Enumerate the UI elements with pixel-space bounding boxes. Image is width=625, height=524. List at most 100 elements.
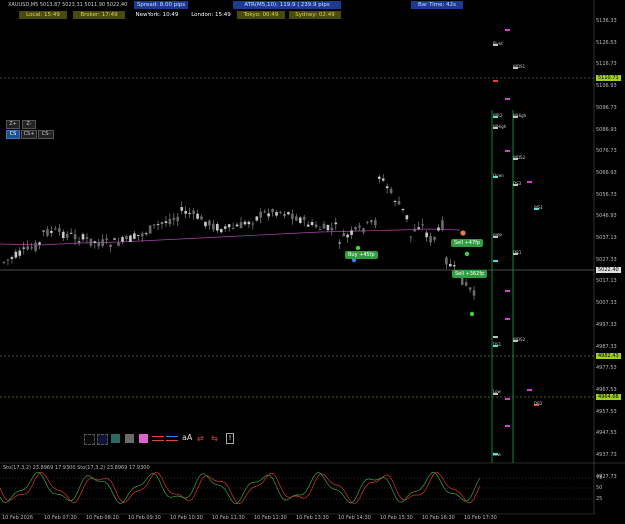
candle-body <box>370 220 373 223</box>
candle-body <box>468 287 472 290</box>
sell-trade-tag: Sell +47fp <box>451 239 484 247</box>
color-swatch-navy[interactable] <box>97 434 108 445</box>
arrow-tool-icon[interactable]: ⇄ <box>197 434 207 443</box>
candle-body <box>239 222 243 229</box>
line-style-icon-blue[interactable] <box>166 434 178 443</box>
candle-body <box>192 210 195 214</box>
candle-body <box>417 227 421 229</box>
candle-body <box>393 200 397 202</box>
session-tokyo: Tokyo: 00:49 <box>237 11 285 19</box>
price-highlight-current: 5022.40 <box>596 267 621 273</box>
price-tick-label: 4937.73 <box>596 452 617 458</box>
font-size-button[interactable]: aA <box>182 433 192 442</box>
price-tick-label: 5066.93 <box>596 169 617 176</box>
level-label: Pivot <box>493 41 503 46</box>
candle-body <box>26 246 29 250</box>
cs-button[interactable]: CS <box>6 130 20 139</box>
line-style-icon[interactable] <box>152 434 164 443</box>
candle-body <box>429 236 432 243</box>
cs-minus-button[interactable]: CS- <box>38 130 54 139</box>
time-tick-label: 10 Feb 09:30 <box>128 515 161 521</box>
candle-body <box>247 221 251 225</box>
candle-body <box>397 201 401 205</box>
cs-plus-button[interactable]: CS+ <box>21 130 37 139</box>
candle-body <box>318 229 322 231</box>
candle-body <box>223 226 227 229</box>
stoch-label-50: 50 <box>596 485 603 491</box>
candle-body <box>160 222 164 224</box>
candle-body <box>389 189 393 193</box>
candle-body <box>374 220 377 226</box>
price-tick-label: 5037.13 <box>596 235 617 241</box>
candle-body <box>50 230 53 233</box>
candle-body <box>306 224 310 227</box>
candle-body <box>354 227 357 230</box>
candle-body <box>6 259 10 261</box>
candle-body <box>10 257 14 259</box>
info-button[interactable]: ! <box>226 433 234 444</box>
candle-body <box>121 237 124 242</box>
price-chart[interactable] <box>0 0 625 524</box>
candle-body <box>168 219 172 225</box>
symbol-ohlc: XAUUSD,M5 5013.87 5023.31 5011.90 5022.4… <box>8 2 128 8</box>
time-tick-label: 10 Feb 13:30 <box>296 515 329 521</box>
candle-body <box>464 282 468 286</box>
color-swatch-black[interactable] <box>84 434 95 445</box>
color-swatch-gray[interactable] <box>125 434 134 443</box>
session-broker: Broker: 17:49 <box>73 11 125 19</box>
color-swatch-pink[interactable] <box>139 434 148 443</box>
level-label: DS3 <box>513 181 522 186</box>
candle-body <box>302 216 306 220</box>
candle-body <box>326 224 330 231</box>
candle-body <box>61 231 65 239</box>
candle-body <box>381 178 385 181</box>
price-tick-label: 5007.33 <box>596 300 617 307</box>
candle-body <box>330 227 334 231</box>
stoch-label-75: 75 <box>596 475 603 481</box>
moving-average <box>0 228 461 246</box>
candle-body <box>85 237 89 239</box>
price-tick-label: 5076.73 <box>596 148 617 155</box>
level-label: WR2 <box>493 113 503 118</box>
candle-body <box>208 220 211 226</box>
candle-body <box>129 235 132 243</box>
candle-body <box>42 230 45 232</box>
candle-body <box>441 220 444 230</box>
buy-marker <box>355 245 361 251</box>
candle-body <box>287 212 290 215</box>
price-highlight-upper: 5110.71 <box>596 75 621 81</box>
candle-body <box>18 250 22 256</box>
candle-body <box>251 223 255 225</box>
zoom-out-button[interactable]: Z- <box>22 120 36 129</box>
level-label: Low <box>493 389 501 394</box>
candle-body <box>472 290 476 296</box>
candle-body <box>231 227 235 229</box>
swap-tool-icon[interactable]: ⇆ <box>211 434 221 443</box>
time-tick-label: 10 Feb 16:30 <box>422 515 455 521</box>
session-sydney: Sydney: 02:49 <box>289 11 341 19</box>
time-tick-label: 10 Feb 07:30 <box>44 515 77 521</box>
time-tick-label: 10 Feb 11:30 <box>212 515 245 521</box>
candle-body <box>279 211 282 213</box>
candle-body <box>267 213 270 217</box>
spread-indicator: Spread: 8.00 pips <box>134 1 188 9</box>
candle-body <box>275 212 278 216</box>
price-tick-label: 4957.53 <box>596 408 617 415</box>
candle-body <box>34 242 37 251</box>
candle-body <box>212 223 215 230</box>
candle-body <box>342 233 345 237</box>
candle-body <box>148 225 152 234</box>
candle-body <box>334 222 338 225</box>
level-label: DR2 <box>534 401 543 406</box>
price-tick-label: 5046.93 <box>596 213 617 220</box>
color-swatch-teal[interactable] <box>111 434 120 443</box>
price-tick-label: 4997.33 <box>596 321 617 328</box>
time-tick-label: 10 Feb 17:30 <box>464 515 497 521</box>
candle-body <box>125 236 128 240</box>
time-tick-label: 10 Feb 08:20 <box>86 515 119 521</box>
zoom-in-button[interactable]: Z+ <box>6 120 20 129</box>
candle-body <box>196 213 199 219</box>
candle-body <box>216 224 219 231</box>
candle-body <box>271 209 274 213</box>
bar-time-indicator: Bar Time: 42s <box>411 1 463 9</box>
